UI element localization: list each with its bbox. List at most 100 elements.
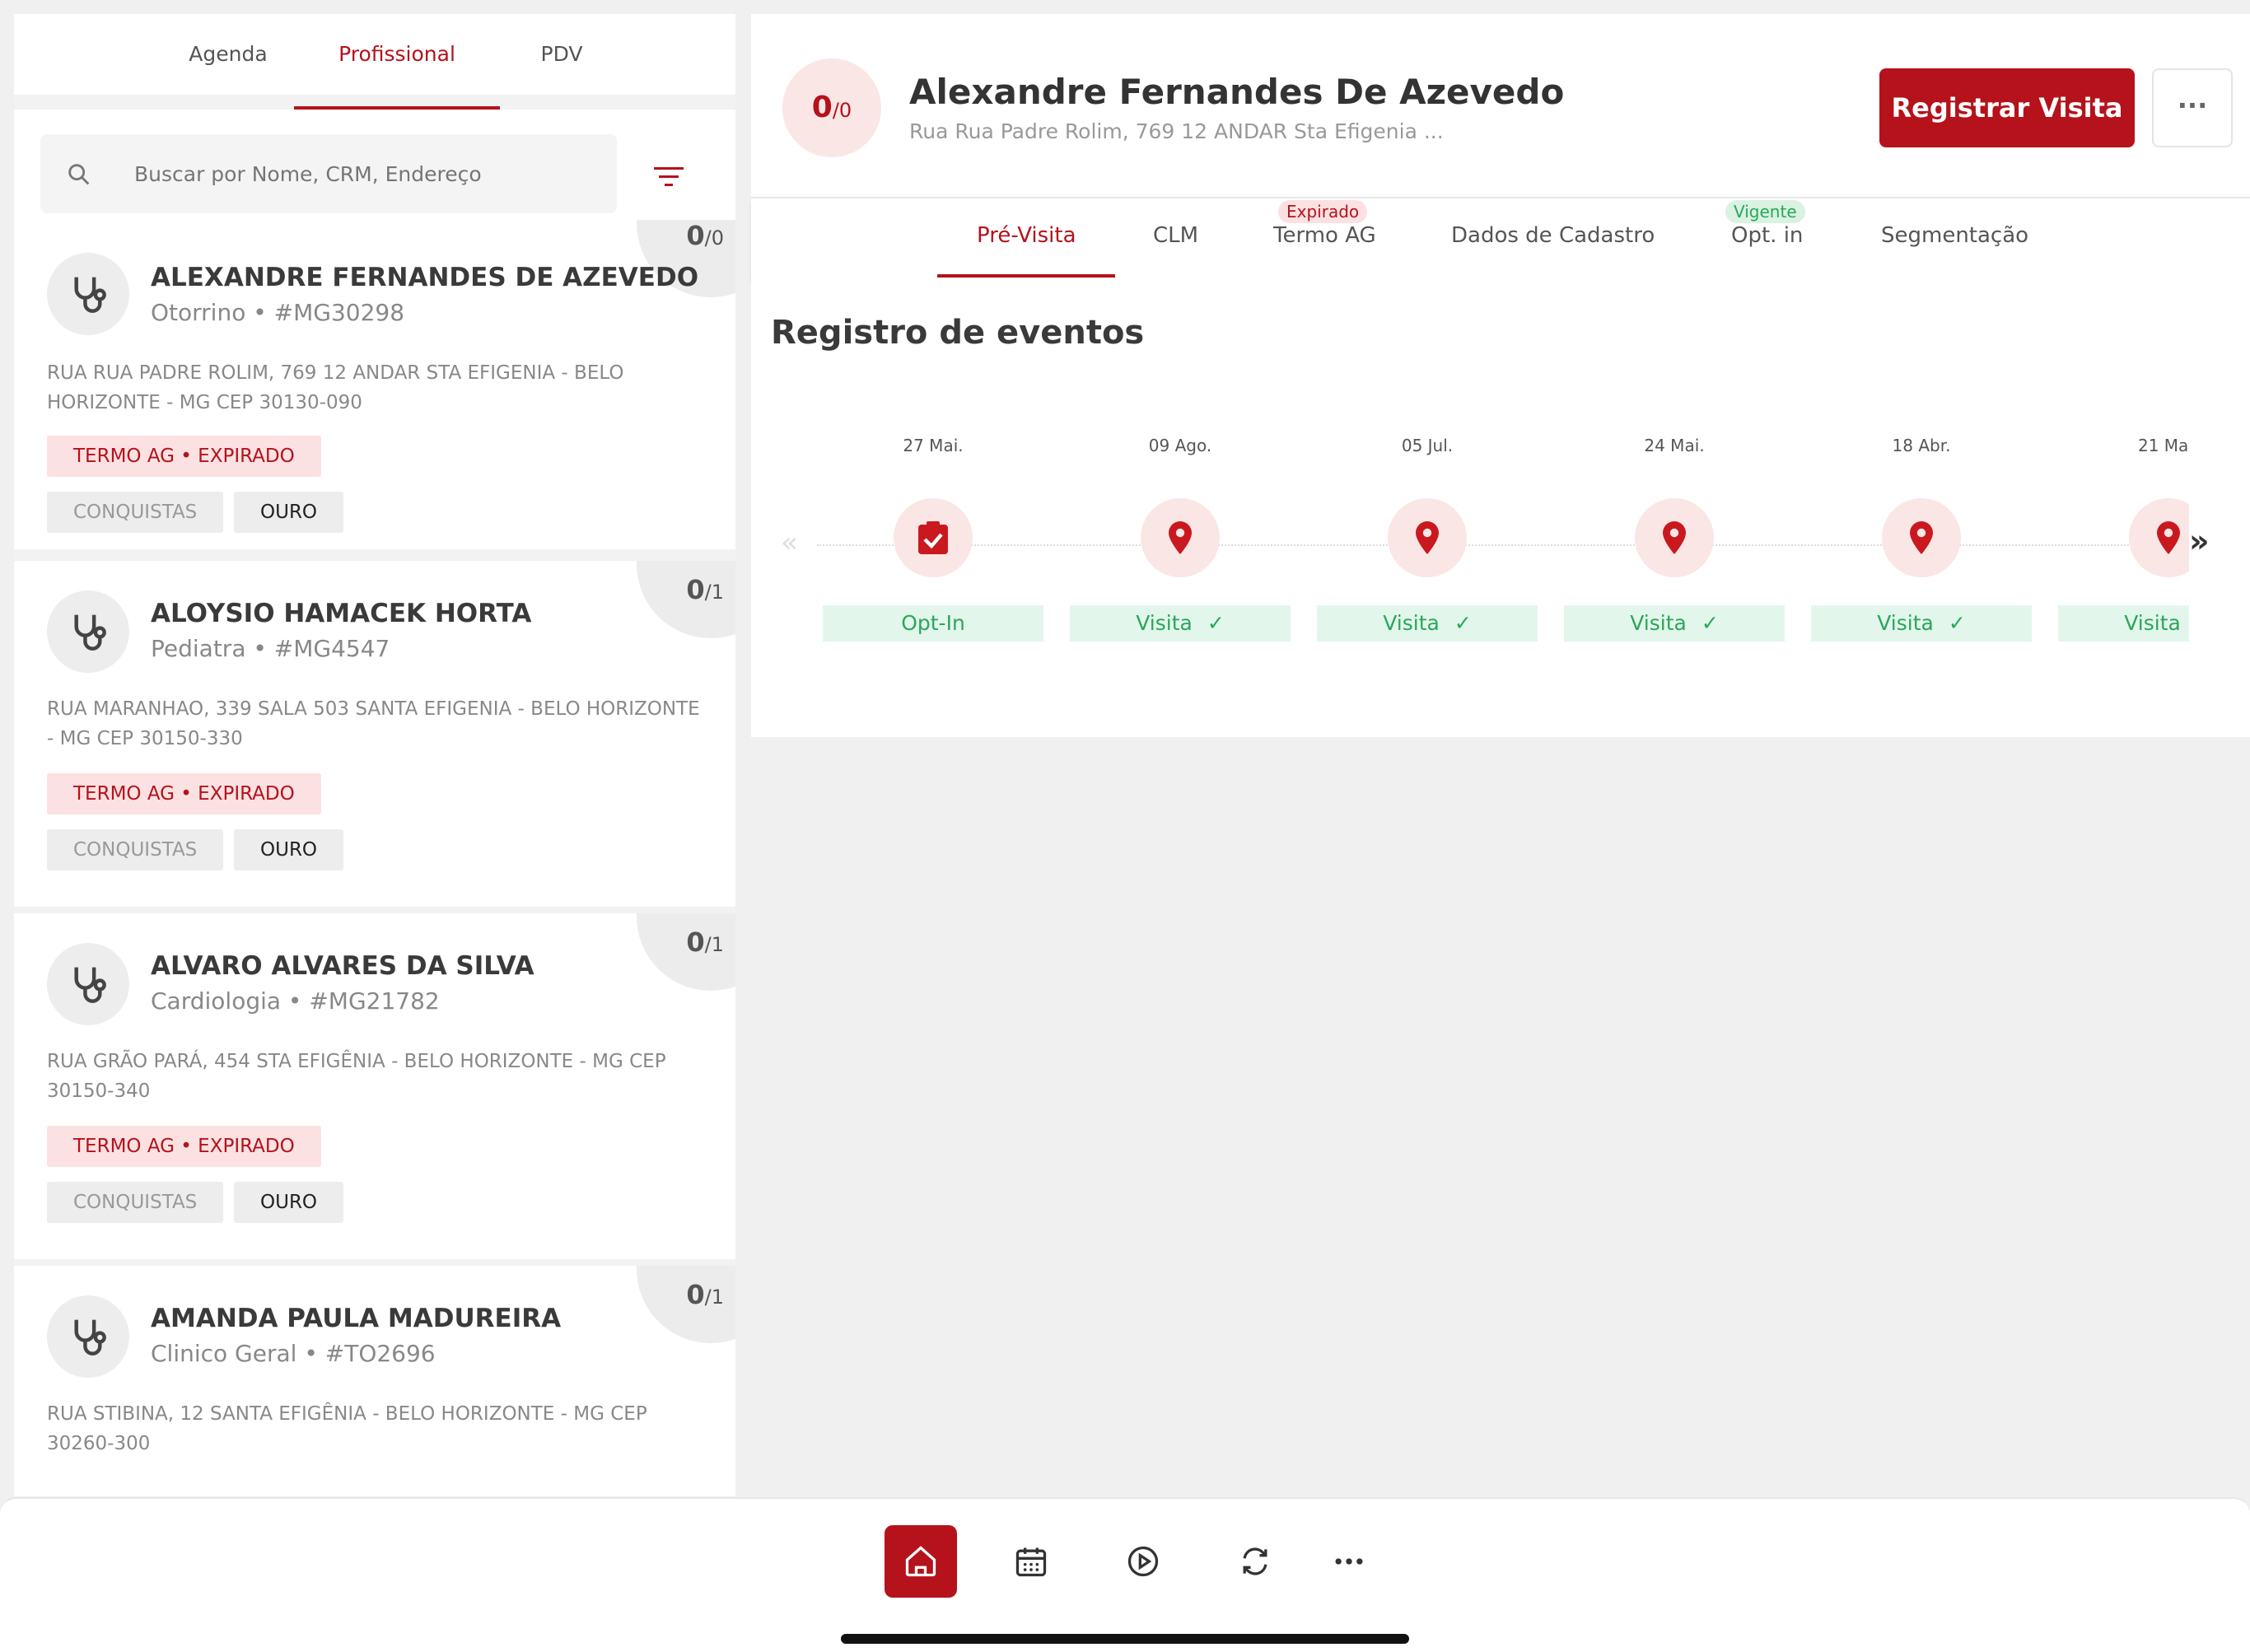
tab-segmentacao[interactable]: Segmentação: [1881, 223, 2028, 248]
tab-profissional[interactable]: Profissional: [294, 14, 500, 110]
event-marker: [1388, 498, 1467, 577]
stethoscope-icon: [74, 614, 106, 651]
detail-score: 0/0: [782, 58, 881, 157]
event-label: Opt-In: [823, 605, 1043, 642]
tab-termo-ag[interactable]: Termo AG: [1273, 223, 1376, 248]
stethoscope-icon: [74, 1319, 106, 1356]
detail-tab-bar: Pré-Visita CLM Expirado Termo AG Dados d…: [751, 198, 2250, 279]
detail-address: Rua Rua Padre Rolim, 769 12 ANDAR Sta Ef…: [909, 119, 1444, 143]
card-specialty: Pediatra • #MG4547: [151, 635, 390, 662]
clipboard-check-icon: [918, 521, 948, 554]
professional-card[interactable]: 0/1 ALOYSIO HAMACEK HORTA Pediatra • #MG…: [14, 561, 735, 907]
calendar-icon: [1015, 1547, 1047, 1577]
card-score: 0/1: [686, 926, 724, 958]
detail-name: Alexandre Fernandes De Azevedo: [909, 72, 1565, 112]
check-icon: ✓: [1454, 611, 1472, 635]
event-marker: [2129, 498, 2189, 577]
card-address: RUA RUA PADRE ROLIM, 769 12 ANDAR STA EF…: [47, 362, 624, 413]
tab-pre-visita[interactable]: Pré-Visita: [977, 223, 1076, 248]
tag-ouro: OURO: [234, 492, 344, 533]
more-icon: [1335, 1558, 1363, 1565]
location-pin-icon: [1663, 521, 1686, 554]
event-date: 24 Mai.: [1644, 436, 1705, 455]
sync-icon: [1243, 1547, 1267, 1575]
professional-list-panel: Agenda Profissional PDV 0/0 ALEXANDRE FE…: [14, 14, 735, 1496]
tab-dados-cadastro[interactable]: Dados de Cadastro: [1451, 223, 1655, 248]
event-marker: [1882, 498, 1961, 577]
location-pin-icon: [1169, 521, 1192, 554]
event-date: 09 Ago.: [1148, 436, 1212, 455]
search-box: [40, 134, 617, 213]
event-marker: [894, 498, 973, 577]
event-date: 05 Jul.: [1401, 436, 1454, 455]
event-date: 18 Abr.: [1892, 436, 1951, 455]
check-icon: ✓: [1948, 611, 1966, 635]
card-name: ALOYSIO HAMACEK HORTA: [151, 599, 532, 628]
tag-ouro: OURO: [234, 1182, 344, 1223]
timeline-next-icon[interactable]: »: [2189, 523, 2210, 559]
location-pin-icon: [2157, 521, 2180, 554]
register-visit-button[interactable]: Registrar Visita: [1879, 68, 2135, 147]
professional-card[interactable]: 0/1 AMANDA PAULA MADUREIRA Clinico Geral…: [14, 1266, 735, 1496]
stethoscope-icon: [74, 277, 106, 313]
location-pin-icon: [1416, 521, 1439, 554]
nav-calendar-button[interactable]: [995, 1525, 1067, 1598]
card-score: 0/1: [686, 1279, 724, 1310]
more-options-button[interactable]: ···: [2152, 68, 2233, 147]
avatar: [47, 1295, 129, 1378]
check-icon: ✓: [1207, 611, 1225, 635]
bottom-navigation: [0, 1497, 2250, 1652]
term-status-badge: TERMO AG • EXPIRADO: [47, 1126, 321, 1167]
timeline-viewport: 27 Mai. Opt-In 09 Ago. Visita ✓ 05 Jul. V…: [751, 279, 2189, 737]
professional-detail-panel: 0/0 Alexandre Fernandes De Azevedo Rua R…: [751, 14, 2250, 1496]
avatar: [47, 253, 129, 335]
event-label: Visita✓: [1317, 605, 1538, 642]
event-label: Visita✓: [1070, 605, 1291, 642]
professional-card[interactable]: 0/1 ALVARO ALVARES DA SILVA Cardiologia …: [14, 913, 735, 1259]
tab-clm[interactable]: CLM: [1153, 223, 1198, 248]
card-name: ALEXANDRE FERNANDES DE AZEVEDO: [151, 263, 699, 292]
avatar: [47, 590, 129, 673]
check-icon: ✓: [1701, 611, 1719, 635]
tab-agenda[interactable]: Agenda: [154, 14, 302, 95]
event-marker: [1635, 498, 1714, 577]
filter-icon[interactable]: [652, 164, 685, 190]
event-log: Registro de eventos « » 27 Mai. Opt-In 0…: [751, 279, 2250, 737]
location-pin-icon: [1910, 521, 1933, 554]
event-date: 27 Mai.: [903, 436, 964, 455]
avatar: [47, 943, 129, 1025]
professional-card[interactable]: 0/0 ALEXANDRE FERNANDES DE AZEVEDO Otorr…: [14, 220, 735, 549]
card-name: ALVARO ALVARES DA SILVA: [151, 951, 534, 981]
card-score: 0/0: [686, 220, 724, 251]
home-icon: [905, 1546, 936, 1577]
tab-opt-in[interactable]: Opt. in: [1731, 223, 1803, 248]
event-label: Visita✓: [2058, 605, 2189, 642]
card-specialty: Clinico Geral • #TO2696: [151, 1340, 436, 1367]
card-address: RUA MARANHAO, 339 SALA 503 SANTA EFIGENI…: [47, 698, 700, 749]
tab-pdv[interactable]: PDV: [508, 14, 615, 95]
tag-conquistas: CONQUISTAS: [47, 829, 224, 870]
nav-play-button[interactable]: [1107, 1525, 1179, 1598]
search-icon: [68, 164, 90, 185]
search-bar: [14, 110, 735, 233]
nav-sync-button[interactable]: [1219, 1525, 1291, 1598]
play-icon: [1127, 1546, 1159, 1577]
active-tab-indicator: [937, 274, 1115, 278]
nav-home-button[interactable]: [885, 1525, 957, 1598]
event-label: Visita✓: [1811, 605, 2032, 642]
card-address: RUA GRÃO PARÁ, 454 STA EFIGÊNIA - BELO H…: [47, 1051, 666, 1102]
tag-conquistas: CONQUISTAS: [47, 492, 224, 533]
card-score: 0/1: [686, 574, 724, 605]
search-input[interactable]: [134, 157, 595, 190]
term-status-badge: TERMO AG • EXPIRADO: [47, 773, 321, 814]
event-date: 21 Mar.: [2137, 436, 2189, 455]
card-specialty: Otorrino • #MG30298: [151, 299, 405, 326]
nav-more-button[interactable]: [1313, 1525, 1385, 1598]
detail-header: 0/0 Alexandre Fernandes De Azevedo Rua R…: [751, 14, 2250, 197]
home-indicator: [841, 1634, 1409, 1644]
stethoscope-icon: [74, 967, 106, 1003]
event-marker: [1141, 498, 1220, 577]
tab-termo-ag-badge: Expirado: [1278, 200, 1368, 223]
card-specialty: Cardiologia • #MG21782: [151, 987, 440, 1015]
tab-opt-in-badge: Vigente: [1725, 200, 1805, 223]
